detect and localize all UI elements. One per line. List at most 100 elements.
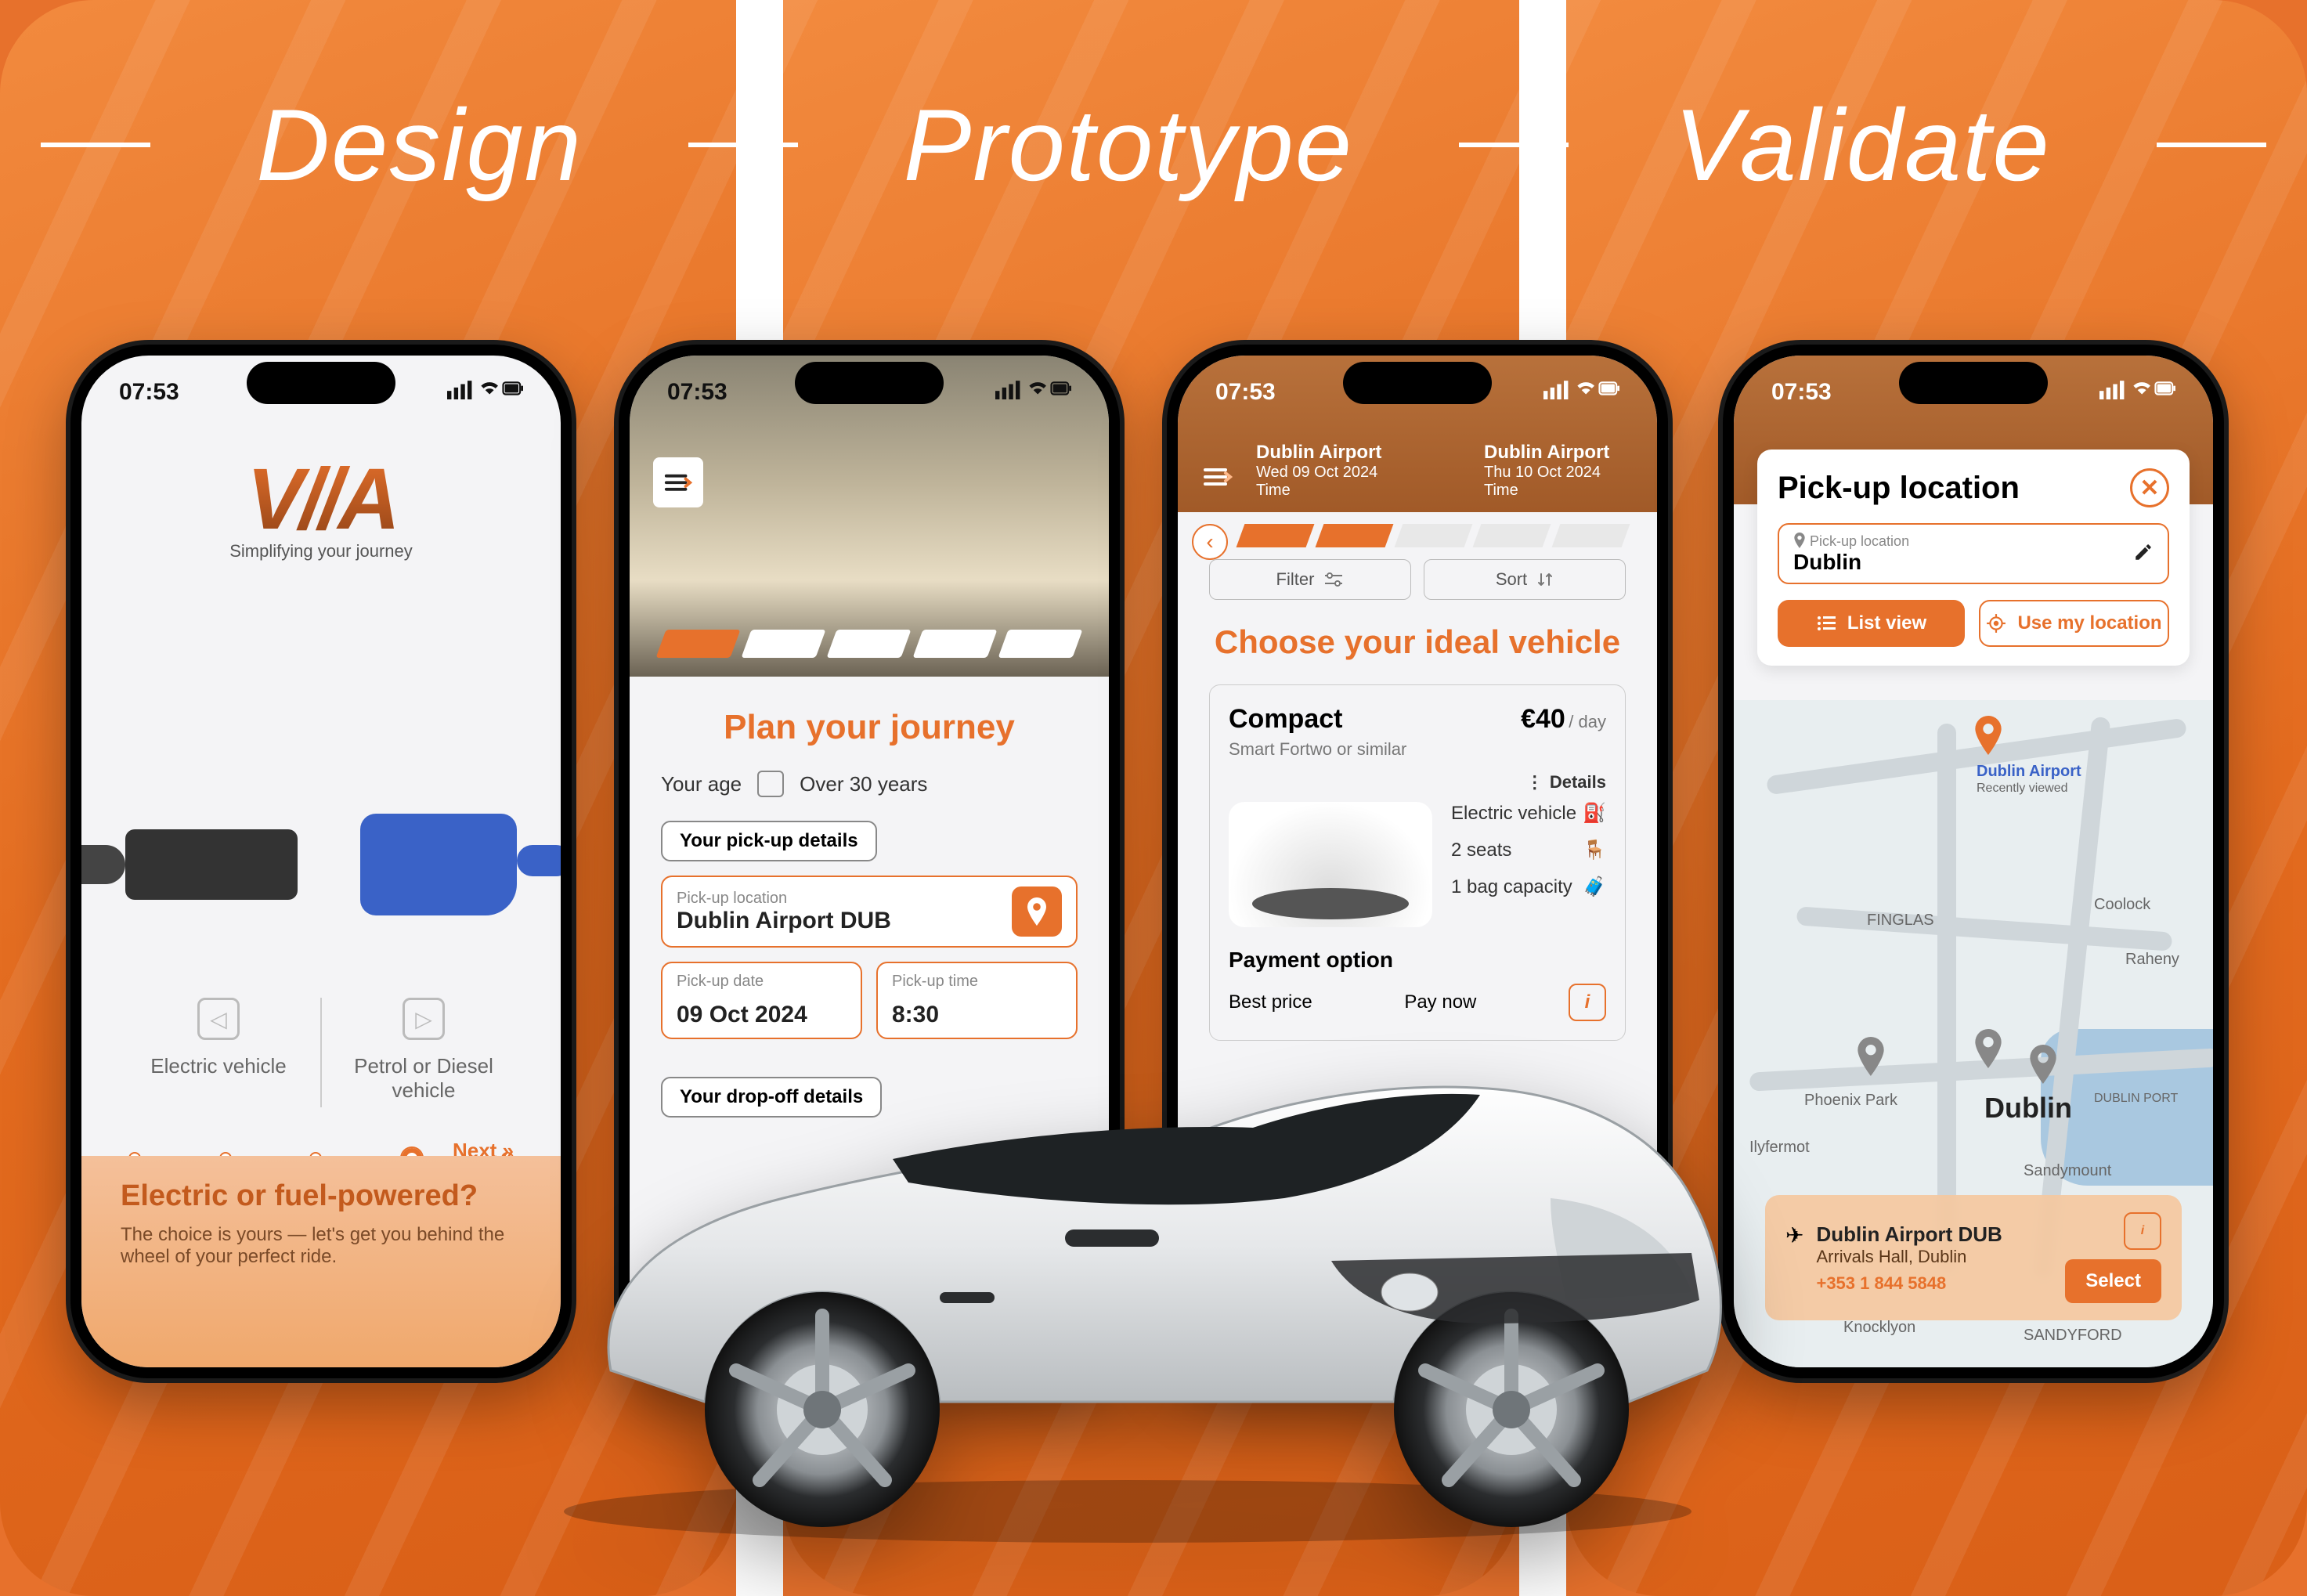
fuel-pump-icon	[360, 814, 517, 915]
map-label: SANDYFORD	[2024, 1327, 2122, 1345]
sort-label: Sort	[1496, 569, 1527, 590]
age-checkbox[interactable]	[757, 771, 784, 797]
menu-icon	[663, 471, 693, 494]
arrow-left-icon[interactable]: ◁	[197, 998, 240, 1040]
phone-splash: 07:53 V//A Simplifying your journey ◁	[70, 345, 572, 1378]
status-time: 07:53	[667, 379, 727, 406]
use-location-button[interactable]: Use my location	[1979, 600, 2169, 647]
status-icons	[2099, 379, 2176, 406]
notch	[795, 362, 944, 404]
sort-icon	[1536, 571, 1554, 588]
map-label: Raheny	[2125, 951, 2179, 969]
map-label: Knocklyon	[1843, 1319, 1915, 1337]
section-pickup-label: Your pick-up details	[661, 821, 877, 861]
spec-row: 1 bag capacity 🧳	[1451, 876, 1606, 898]
word-prototype: Prototype	[880, 86, 1377, 204]
phone-pickup-location: 07:53 Pick-up location ✕	[1723, 345, 2224, 1378]
location-pin-button[interactable]	[1012, 886, 1062, 937]
page-title: Plan your journey	[630, 708, 1109, 747]
vehicle-price: €40 / day	[1521, 704, 1606, 735]
map-pin[interactable]	[1969, 1029, 2008, 1068]
close-button[interactable]: ✕	[2130, 468, 2169, 507]
field-label: Pick-up location	[1793, 533, 1909, 550]
info-button[interactable]: i	[2124, 1212, 2161, 1250]
luggage-icon: 🧳	[1583, 876, 1606, 898]
details-label: Details	[1550, 772, 1606, 792]
select-button[interactable]: Select	[2065, 1259, 2161, 1303]
details-link[interactable]: ⋮ Details	[1229, 772, 1606, 793]
trip-from-time-label: Time	[1256, 482, 1291, 499]
hero-car-illustration	[501, 963, 1754, 1551]
use-location-label: Use my location	[2017, 612, 2161, 634]
logo: V//A	[81, 450, 561, 549]
sort-button[interactable]: Sort	[1424, 559, 1626, 600]
panel-title: Pick-up location ✕	[1778, 468, 2169, 507]
crosshair-icon	[1986, 613, 2006, 634]
seat-icon: 🪑	[1583, 839, 1606, 861]
step-chip	[1237, 524, 1315, 547]
choice-fuel[interactable]: ▷ Petrol or Diesel vehicle	[322, 998, 525, 1107]
trip-to[interactable]: Dublin Airport Thu 10 Oct 2024 Time	[1429, 442, 1634, 500]
location-card: ✈ Dublin Airport DUB Arrivals Hall, Dubl…	[1765, 1195, 2182, 1320]
step-chip	[1315, 524, 1393, 547]
trip-from-date: Wed 09 Oct 2024	[1256, 464, 1377, 481]
vehicle-name: Compact	[1229, 704, 1342, 735]
filter-label: Filter	[1276, 569, 1315, 590]
filter-button[interactable]: Filter	[1209, 559, 1411, 600]
notch	[1899, 362, 2048, 404]
notch	[247, 362, 395, 404]
fuel-illustration	[81, 747, 561, 982]
step-chip	[1394, 524, 1472, 547]
map-pin-airport[interactable]	[1969, 716, 2008, 755]
trip-to-date: Thu 10 Oct 2024	[1484, 464, 1601, 481]
age-label: Your age	[661, 772, 742, 796]
price-suffix: / day	[1569, 712, 1606, 731]
title-text: Pick-up location	[1778, 471, 2020, 506]
menu-button[interactable]	[1198, 457, 1237, 496]
footer-body: The choice is yours — let's get you behi…	[121, 1224, 522, 1268]
pin-icon	[1025, 897, 1049, 926]
map-label: FINGLAS	[1867, 912, 1934, 930]
status-icons	[447, 379, 524, 406]
menu-button[interactable]	[653, 457, 703, 507]
map-label-airport: Dublin Airport	[1977, 763, 2081, 781]
map-pin[interactable]	[1851, 1037, 1890, 1076]
map-label: Phoenix Park	[1804, 1092, 1897, 1110]
spec-row: 2 seats 🪑	[1451, 839, 1606, 861]
rule	[41, 143, 150, 147]
footer-title: Electric or fuel-powered?	[121, 1179, 522, 1213]
marketing-hero: Design Prototype Validate 07:53 V//A Sim…	[0, 0, 2307, 1596]
map[interactable]: Dublin Airport Recently viewed FINGLAS C…	[1734, 700, 2213, 1367]
brand-block: V//A Simplifying your journey	[81, 450, 561, 561]
map-label: DUBLIN PORT	[2094, 1092, 2178, 1106]
notch	[1343, 362, 1492, 404]
age-row: Your age Over 30 years	[661, 771, 1078, 797]
ev-plug-icon	[125, 829, 298, 900]
map-label: Coolock	[2094, 896, 2150, 914]
price-value: €40	[1521, 704, 1565, 734]
pickup-search-field[interactable]: Pick-up location Dublin	[1778, 523, 2169, 584]
vehicle-image	[1229, 802, 1432, 927]
map-pin[interactable]	[2024, 1045, 2063, 1084]
back-button[interactable]: ‹	[1192, 524, 1228, 560]
spec-label: 1 bag capacity	[1451, 876, 1572, 898]
card-addr: Arrivals Hall, Dublin	[1816, 1247, 1966, 1266]
trip-to-time-label: Time	[1484, 482, 1518, 499]
card-phone[interactable]: +353 1 844 5848	[1816, 1273, 2002, 1294]
choice-ev[interactable]: ◁ Electric vehicle	[117, 998, 320, 1107]
step-chip	[1552, 524, 1630, 547]
step-progress	[1240, 524, 1626, 547]
spec-label: 2 seats	[1451, 840, 1511, 861]
tagline: Simplifying your journey	[81, 541, 561, 561]
list-view-label: List view	[1847, 612, 1926, 634]
menu-icon	[1202, 465, 1233, 489]
status-time: 07:53	[1215, 379, 1276, 406]
arrow-right-icon[interactable]: ▷	[403, 998, 445, 1040]
pickup-location-field[interactable]: Pick-up location Dublin Airport DUB	[661, 876, 1078, 948]
sliders-icon	[1323, 572, 1344, 587]
map-label-airport-sub: Recently viewed	[1977, 782, 2068, 796]
spec-row: Electric vehicle⛽	[1451, 802, 1606, 825]
word-validate: Validate	[1651, 86, 2074, 204]
edit-icon[interactable]	[2133, 542, 2154, 566]
list-view-button[interactable]: List view	[1778, 600, 1965, 647]
